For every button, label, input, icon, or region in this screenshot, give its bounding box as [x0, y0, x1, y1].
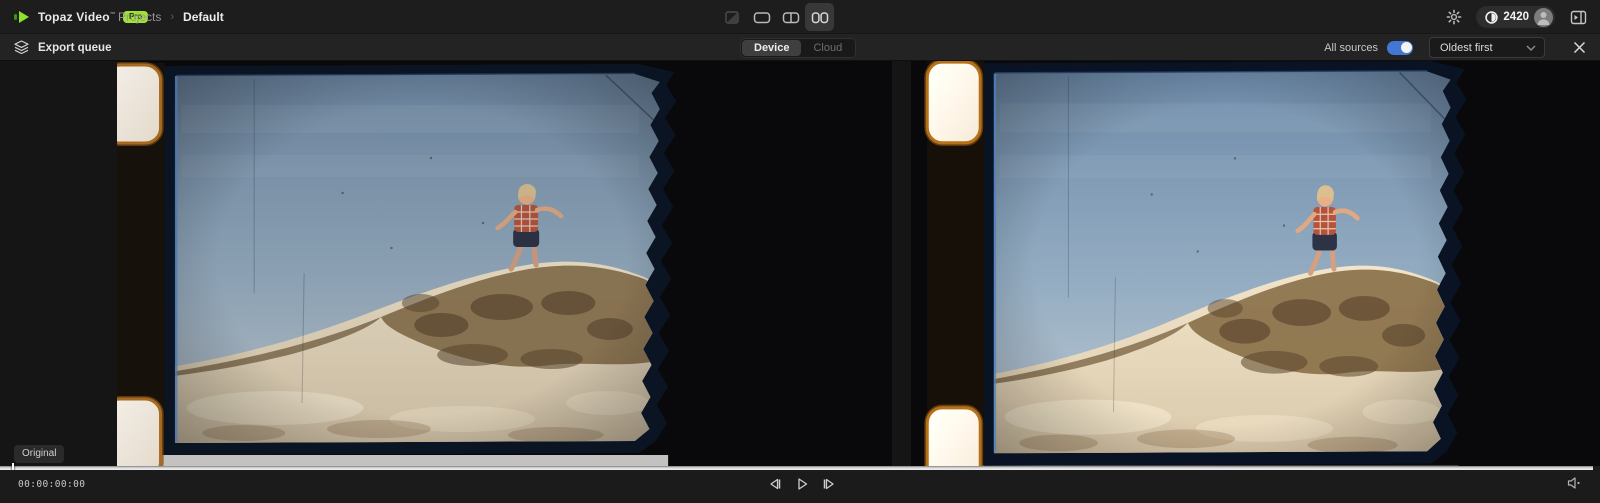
original-film-frame	[117, 61, 892, 466]
split-view-icon	[782, 10, 800, 25]
enhanced-film-frame	[911, 61, 1600, 466]
export-queue-title: Export queue	[38, 42, 111, 54]
single-view-button[interactable]	[747, 3, 776, 31]
comparison-view-button[interactable]	[718, 3, 747, 31]
topaz-video-app: Topaz Video™ Pro Projects › Default	[0, 0, 1600, 503]
close-export-queue-button[interactable]	[1573, 41, 1586, 54]
toggle-right-panel-button[interactable]	[1570, 10, 1587, 25]
segment-device[interactable]: Device	[742, 40, 801, 57]
export-queue-header: Export queue	[14, 34, 111, 61]
speaker-icon	[1567, 476, 1582, 490]
segment-cloud[interactable]: Cloud	[801, 40, 854, 57]
comparison-view-icon	[724, 10, 741, 25]
coin-icon	[1485, 11, 1498, 24]
side-by-side-view-icon	[811, 10, 829, 25]
original-badge: Original	[14, 445, 64, 463]
enhanced-preview-pane[interactable]	[911, 61, 1600, 466]
sort-dropdown[interactable]: Oldest first	[1429, 37, 1545, 58]
previous-frame-button[interactable]	[766, 475, 784, 493]
breadcrumb: Projects › Default	[118, 0, 224, 34]
credits-pill[interactable]: 2420	[1476, 6, 1555, 28]
brand-name: Topaz Video™	[38, 10, 116, 24]
all-sources-label: All sources	[1324, 42, 1378, 54]
next-frame-icon	[822, 477, 836, 491]
volume-button[interactable]	[1567, 476, 1582, 490]
toggle-knob	[1401, 42, 1412, 53]
logo-icon	[14, 10, 31, 24]
user-icon	[1534, 8, 1553, 27]
layers-icon	[14, 40, 29, 55]
trademark: ™	[110, 12, 116, 18]
breadcrumb-current[interactable]: Default	[183, 10, 224, 24]
header-right: 2420	[1446, 0, 1600, 34]
playback-controls	[766, 475, 838, 493]
close-icon	[1573, 41, 1586, 54]
sort-value: Oldest first	[1440, 42, 1493, 54]
export-queue-controls: All sources Oldest first	[1324, 34, 1600, 61]
credits-amount: 2420	[1503, 11, 1529, 23]
original-video-pane[interactable]	[117, 61, 892, 466]
breadcrumb-separator-icon: ›	[170, 11, 174, 23]
all-sources-toggle[interactable]	[1387, 41, 1413, 55]
single-view-icon	[753, 10, 771, 25]
comparison-viewer: Original	[0, 61, 1600, 466]
transport-bar: 00:00:00:00	[0, 470, 1600, 503]
avatar[interactable]	[1534, 8, 1553, 27]
next-frame-button[interactable]	[820, 475, 838, 493]
device-cloud-segmented-control: Device Cloud	[740, 38, 856, 58]
export-queue-bar: Export queue Device Cloud All sources Ol…	[0, 34, 1600, 61]
view-mode-switcher	[718, 0, 834, 34]
chevron-down-icon	[1526, 45, 1536, 51]
previous-frame-icon	[768, 477, 782, 491]
play-icon	[795, 477, 809, 491]
play-button[interactable]	[793, 475, 811, 493]
gear-icon	[1446, 9, 1462, 25]
panel-icon	[1570, 10, 1587, 25]
split-view-button[interactable]	[776, 3, 805, 31]
settings-button[interactable]	[1446, 9, 1462, 25]
side-by-side-view-button[interactable]	[805, 3, 834, 31]
app-header: Topaz Video™ Pro Projects › Default	[0, 0, 1600, 34]
timecode: 00:00:00:00	[18, 479, 85, 490]
breadcrumb-projects[interactable]: Projects	[118, 10, 161, 24]
